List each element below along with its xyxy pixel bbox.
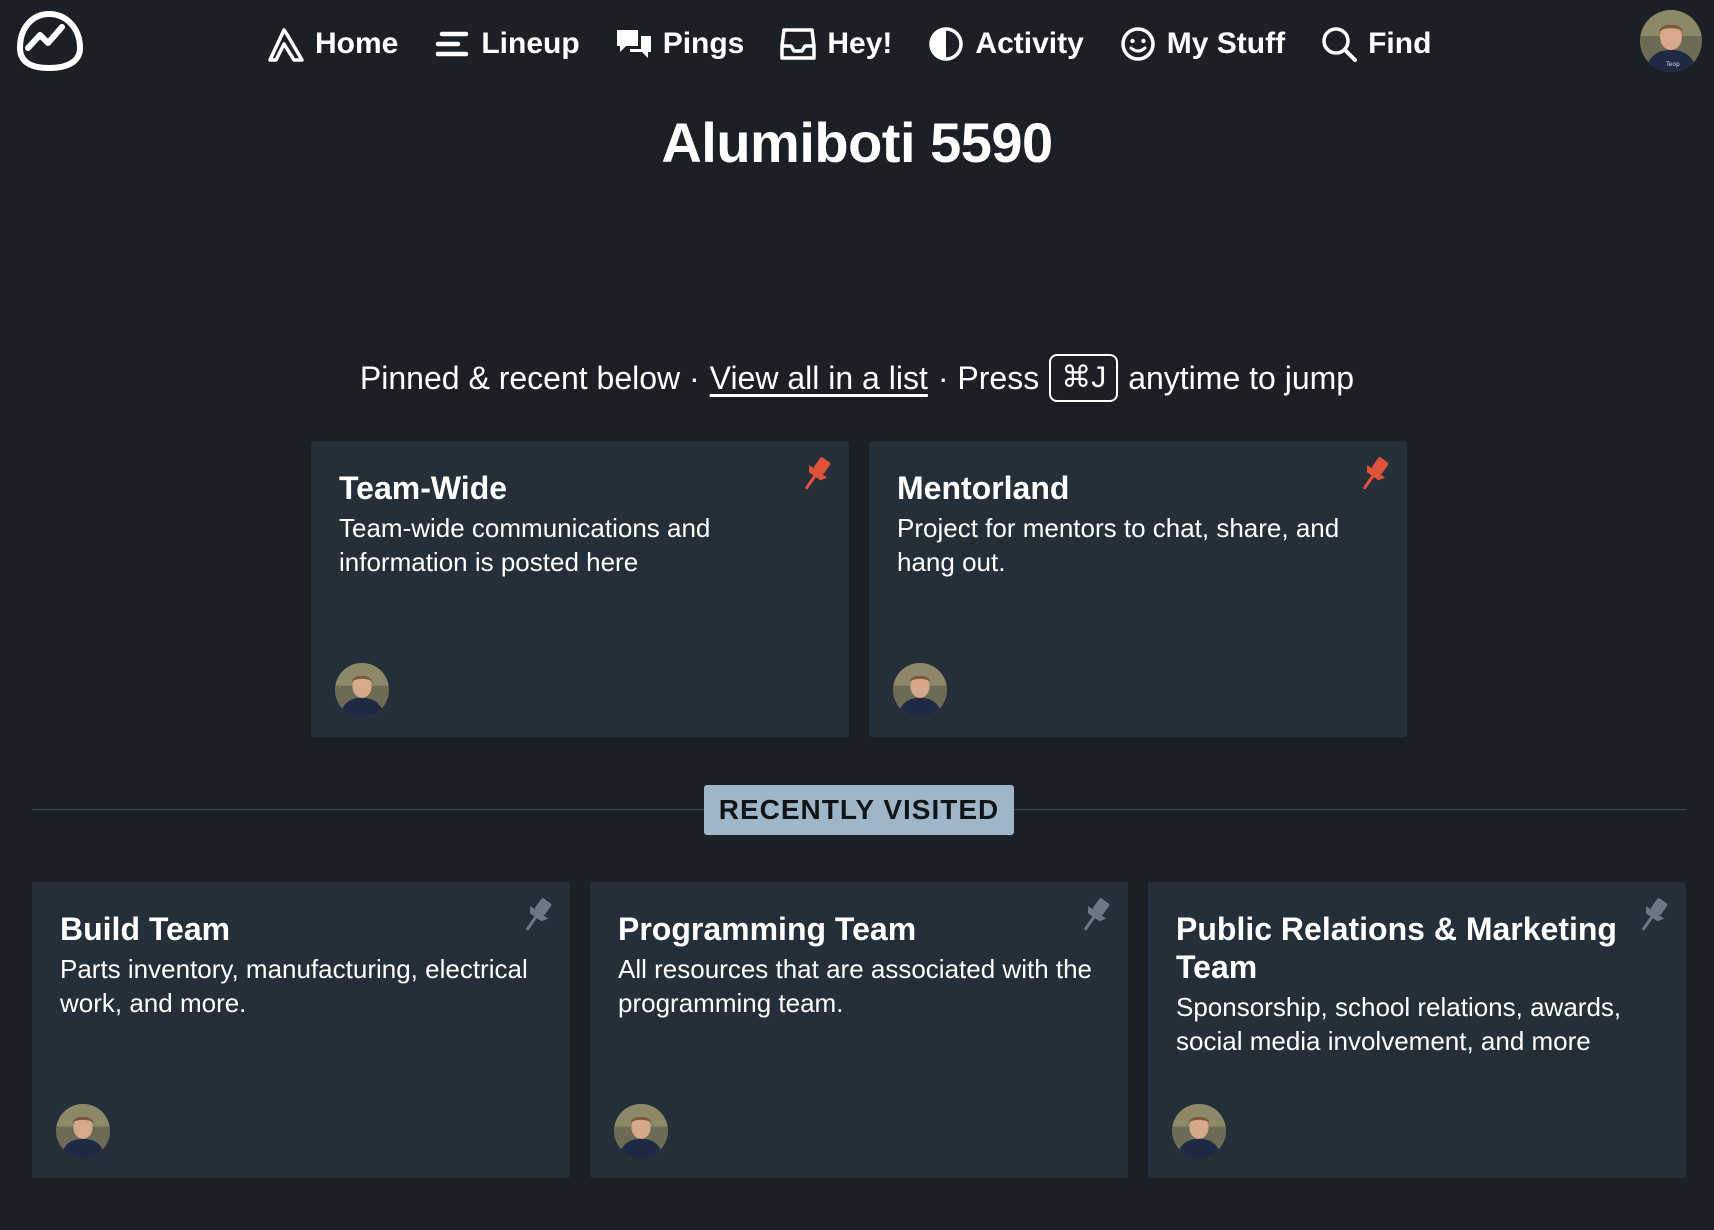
project-description: Parts inventory, manufacturing, electric… [60,954,528,1018]
shortcut-key: ⌘J [1049,354,1119,402]
pin-icon[interactable] [1634,894,1674,934]
project-title: Public Relations & Marketing Team [1176,911,1617,985]
nav-my-stuff[interactable]: My Stuff [1118,24,1285,64]
avatar [614,1104,668,1158]
project-title: Team-Wide [339,470,508,506]
pin-icon[interactable] [1355,453,1395,493]
project-description: Team-wide communications and information… [339,513,711,577]
lineup-icon [436,31,469,57]
project-description: Project for mentors to chat, share, and … [897,513,1340,577]
project-card-programming-team[interactable]: Programming Team All resources that are … [590,882,1128,1178]
nav-activity-label: Activity [975,27,1084,60]
avatar [1172,1104,1226,1158]
nav-my-stuff-label: My Stuff [1166,27,1286,60]
project-title: Programming Team [618,911,917,947]
avatar [893,663,947,717]
project-card-pr-marketing-team[interactable]: Public Relations & Marketing Team Sponso… [1148,882,1686,1178]
nav-lineup[interactable]: Lineup [432,24,580,64]
nav-find[interactable]: Find [1319,24,1431,64]
view-all-link[interactable]: View all in a list [710,360,928,397]
pin-icon[interactable] [1076,894,1116,934]
pie-clock-icon [929,27,964,61]
hint-suffix: anytime to jump [1128,359,1355,396]
basecamp-logo-icon[interactable] [14,10,84,72]
nav-hey-label: Hey! [827,27,893,60]
nav-hey[interactable]: Hey! [778,24,892,64]
nav-home-label: Home [315,27,399,60]
hint-prefix: Pinned & recent below · [359,359,700,396]
project-description: Sponsorship, school relations, awards, s… [1176,992,1622,1056]
search-icon [1322,27,1358,62]
pin-icon[interactable] [797,453,837,493]
nav-activity[interactable]: Activity [926,24,1084,64]
project-description: All resources that are associated with t… [618,954,1093,1018]
pin-icon[interactable] [518,894,558,934]
nav-pings[interactable]: Pings [614,24,745,64]
main-nav: Home Lineup Pings Hey! Activity My Stuff… [266,20,1431,68]
project-card-team-wide[interactable]: Team-Wide Team-wide communications and i… [311,441,849,737]
user-avatar[interactable]: Teop [1640,10,1702,72]
jump-hint: Pinned & recent below · View all in a li… [0,354,1714,402]
project-title: Build Team [60,911,231,947]
recently-visited-label: RECENTLY VISITED [704,785,1014,835]
project-title: Mentorland [897,470,1070,506]
nav-lineup-label: Lineup [481,27,580,60]
nav-find-label: Find [1368,27,1432,60]
smiley-icon [1121,27,1155,61]
project-card-build-team[interactable]: Build Team Parts inventory, manufacturin… [32,882,570,1178]
avatar [56,1104,110,1158]
page-title: Alumiboti 5590 [661,111,1053,174]
svg-text:Teop: Teop [1665,61,1680,68]
project-card-mentorland[interactable]: Mentorland Project for mentors to chat, … [869,441,1407,737]
hint-middle: · Press [937,359,1040,396]
inbox-tray-icon [780,28,817,60]
mountain-icon [268,28,304,62]
avatar [335,663,389,717]
nav-pings-label: Pings [662,27,745,60]
nav-home[interactable]: Home [266,24,398,64]
chat-bubbles-icon [616,30,651,58]
